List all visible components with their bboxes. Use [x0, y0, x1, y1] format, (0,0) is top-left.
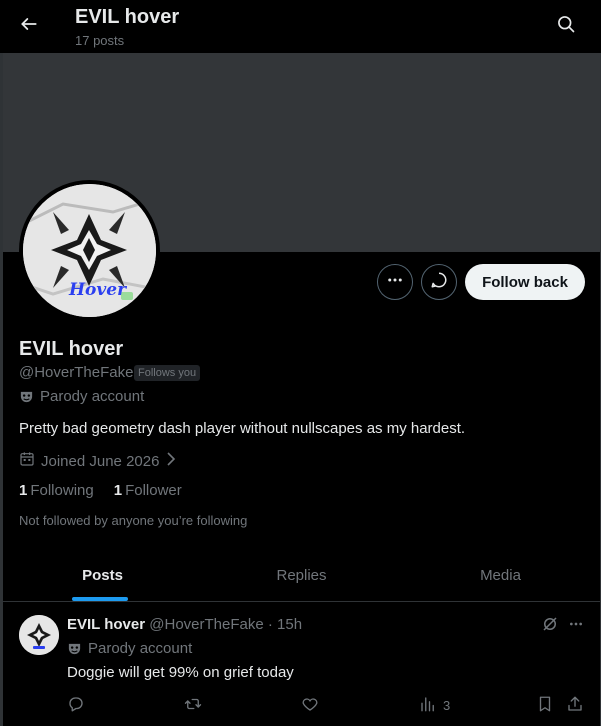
repost-button[interactable]: [184, 695, 202, 715]
views-button[interactable]: 3: [419, 695, 450, 715]
reply-button[interactable]: [67, 695, 85, 715]
top-bar: EVIL hover 17 posts: [0, 0, 601, 53]
message-button[interactable]: [421, 264, 457, 300]
post-time[interactable]: 15h: [277, 616, 302, 633]
grok-icon: [541, 615, 559, 638]
chevron-right-icon: [165, 451, 177, 471]
profile-handle: @HoverTheFake: [19, 364, 134, 381]
active-tab-indicator: [72, 597, 128, 601]
back-button[interactable]: [12, 9, 46, 43]
post-header: EVIL hover @HoverTheFake · 15h: [67, 616, 302, 633]
like-button[interactable]: [301, 695, 319, 715]
share-button[interactable]: [566, 695, 584, 715]
following-label: Following: [30, 482, 94, 499]
post-item[interactable]: EVIL hover @HoverTheFake · 15h Parody ac…: [3, 603, 600, 726]
parody-label-text: Parody account: [40, 388, 145, 405]
more-options-button[interactable]: [377, 264, 413, 300]
avatar-logo-text: Hover: [69, 280, 127, 300]
joined-date-text: Joined June 2026: [41, 452, 160, 470]
following-link[interactable]: 1 Following: [19, 482, 94, 499]
follow-stats: 1 Following 1 Follower: [19, 482, 182, 499]
share-icon: [566, 695, 584, 716]
post-text: Doggie will get 99% on grief today: [67, 664, 294, 681]
post-parody-text: Parody account: [88, 640, 193, 657]
tab-replies-label: Replies: [276, 566, 327, 584]
views-count: 3: [443, 697, 451, 713]
avatar-image: Hover: [23, 184, 156, 317]
message-icon: [430, 271, 448, 294]
header-title: EVIL hover: [75, 6, 180, 28]
post-author-name[interactable]: EVIL hover: [67, 616, 145, 633]
search-button[interactable]: [549, 9, 583, 43]
ellipsis-icon: [568, 616, 584, 637]
parody-mask-icon: [67, 641, 82, 656]
post-separator: ·: [267, 616, 273, 633]
views-chart-icon: [419, 695, 437, 716]
followers-link[interactable]: 1 Follower: [114, 482, 182, 499]
tab-posts[interactable]: Posts: [3, 549, 202, 601]
follower-label: Follower: [125, 482, 182, 499]
grok-button[interactable]: [539, 615, 561, 637]
follow-back-button[interactable]: Follow back: [465, 264, 585, 300]
joined-date[interactable]: Joined June 2026: [19, 451, 177, 471]
tab-media-label: Media: [480, 566, 521, 584]
profile-tabs: Posts Replies Media: [3, 549, 600, 602]
ellipsis-icon: [386, 271, 404, 294]
follower-count: 1: [113, 482, 123, 499]
parody-label: Parody account: [19, 388, 144, 405]
heart-icon: [301, 695, 319, 716]
tab-posts-label: Posts: [82, 566, 123, 584]
post-parody-label: Parody account: [67, 640, 192, 657]
bookmark-button[interactable]: [536, 695, 554, 715]
bookmark-icon: [536, 695, 554, 716]
profile-name: EVIL hover: [19, 338, 124, 360]
reply-icon: [67, 695, 85, 716]
post-more-button[interactable]: [565, 615, 587, 637]
header-post-count: 17 posts: [75, 33, 125, 48]
calendar-icon: [19, 451, 35, 471]
profile-bio: Pretty bad geometry dash player without …: [19, 420, 466, 437]
not-followed-note: Not followed by anyone you’re following: [19, 513, 248, 528]
post-avatar[interactable]: [19, 615, 59, 655]
arrow-left-icon: [19, 14, 39, 39]
tab-replies[interactable]: Replies: [202, 549, 401, 601]
profile-avatar[interactable]: Hover: [19, 180, 160, 321]
repost-icon: [184, 695, 202, 716]
following-count: 1: [19, 482, 28, 499]
tab-media[interactable]: Media: [401, 549, 600, 601]
search-icon: [556, 14, 576, 39]
follows-you-badge: Follows you: [134, 365, 201, 381]
post-author-handle[interactable]: @HoverTheFake: [149, 616, 263, 633]
parody-mask-icon: [19, 389, 34, 404]
